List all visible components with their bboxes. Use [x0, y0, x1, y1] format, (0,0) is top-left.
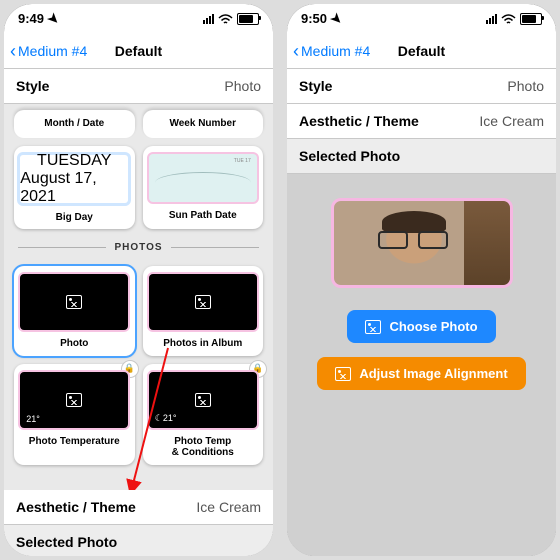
- selected-photo-thumbnail[interactable]: [331, 198, 513, 288]
- back-button[interactable]: ‹ Medium #4: [287, 42, 370, 60]
- row-label: Style: [16, 78, 49, 94]
- card-photo-temp-conditions[interactable]: 🔒 ☾21° Photo Temp & Conditions: [143, 364, 264, 465]
- sun-path-preview: TUE 17: [147, 152, 259, 204]
- chevron-left-icon: ‹: [293, 42, 299, 60]
- status-time: 9:49: [18, 11, 44, 26]
- photo-preview: 21°: [18, 370, 130, 430]
- back-label: Medium #4: [301, 43, 370, 59]
- battery-icon: [520, 13, 542, 25]
- row-aesthetic[interactable]: Aesthetic / Theme Ice Cream: [4, 490, 273, 525]
- battery-icon: [237, 13, 259, 25]
- card-big-day[interactable]: TUESDAY August 17, 2021 Big Day: [14, 146, 135, 230]
- card-sun-path[interactable]: TUE 17 Sun Path Date: [143, 146, 264, 230]
- signal-icon: [486, 14, 497, 24]
- section-divider-photos: PHOTOS: [14, 237, 263, 258]
- card-week-number[interactable]: Week Number: [143, 110, 264, 138]
- photo-preview: [147, 272, 259, 332]
- picture-icon: [195, 295, 211, 309]
- selected-photo-panel: Choose Photo Adjust Image Alignment: [287, 174, 556, 556]
- location-icon: ➤: [44, 9, 63, 28]
- chevron-left-icon: ‹: [10, 42, 16, 60]
- adjust-alignment-button[interactable]: Adjust Image Alignment: [317, 357, 525, 390]
- choose-photo-button[interactable]: Choose Photo: [347, 310, 495, 343]
- row-selected-photo: Selected Photo: [287, 139, 556, 174]
- nav-bar: ‹ Medium #4 Default: [287, 34, 556, 69]
- row-style[interactable]: Style Photo: [287, 69, 556, 104]
- status-bar: 9:49➤: [4, 4, 273, 34]
- big-day-preview: TUESDAY August 17, 2021: [17, 152, 131, 206]
- signal-icon: [203, 14, 214, 24]
- picture-icon: [195, 393, 211, 407]
- back-button[interactable]: ‹ Medium #4: [4, 42, 87, 60]
- phone-left: 9:49➤ ‹ Medium #4 Default Style Photo: [4, 4, 273, 556]
- row-style[interactable]: Style Photo: [4, 69, 273, 104]
- card-photo[interactable]: Photo: [14, 266, 135, 356]
- row-value: Photo: [224, 78, 261, 94]
- phone-right: 9:50➤ ‹ Medium #4 Default Style Photo: [287, 4, 556, 556]
- picture-icon: [66, 393, 82, 407]
- location-icon: ➤: [327, 9, 346, 28]
- picture-icon: [335, 367, 351, 381]
- card-photo-temperature[interactable]: 🔒 21° Photo Temperature: [14, 364, 135, 465]
- status-time: 9:50: [301, 11, 327, 26]
- row-aesthetic[interactable]: Aesthetic / Theme Ice Cream: [287, 104, 556, 139]
- picture-icon: [365, 320, 381, 334]
- picture-icon: [66, 295, 82, 309]
- wifi-icon: [218, 14, 233, 25]
- row-selected-photo[interactable]: Selected Photo: [4, 525, 273, 556]
- photo-preview: [18, 272, 130, 332]
- card-photos-in-album[interactable]: Photos in Album: [143, 266, 264, 356]
- card-month-date[interactable]: Month / Date: [14, 110, 135, 138]
- photo-preview: ☾21°: [147, 370, 259, 430]
- status-bar: 9:50➤: [287, 4, 556, 34]
- nav-bar: ‹ Medium #4 Default: [4, 34, 273, 69]
- wifi-icon: [501, 14, 516, 25]
- back-label: Medium #4: [18, 43, 87, 59]
